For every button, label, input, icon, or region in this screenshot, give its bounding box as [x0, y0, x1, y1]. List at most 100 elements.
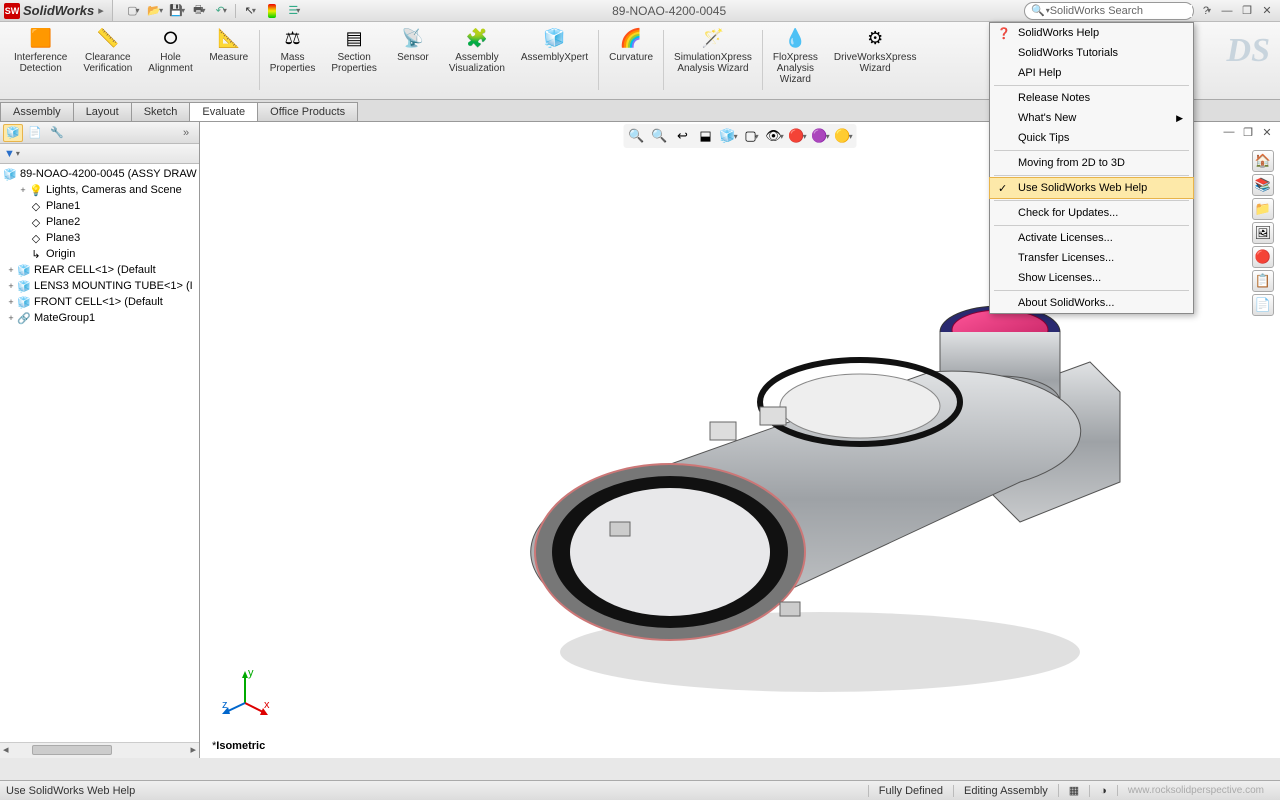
help-menu-item[interactable]: Show Licenses... [990, 268, 1193, 288]
floxpress-button[interactable]: 💧FloXpress Analysis Wizard [765, 24, 826, 96]
help-menu-item[interactable]: Quick Tips [990, 128, 1193, 148]
undo-button[interactable]: ↶▾ [211, 2, 231, 20]
tree-toggle-icon[interactable]: + [6, 281, 16, 291]
curvature-button[interactable]: 🌈Curvature [601, 24, 661, 96]
help-menu-item[interactable]: Transfer Licenses... [990, 248, 1193, 268]
custom-properties-button[interactable]: 📋 [1252, 270, 1274, 292]
save-button[interactable]: 💾▾ [167, 2, 187, 20]
tree-item[interactable]: +🧊FRONT CELL<1> (Default [0, 294, 199, 310]
prev-view-button[interactable]: ↩ [672, 126, 694, 146]
tree-toggle-icon[interactable]: + [6, 265, 16, 275]
new-button[interactable]: ▢▾ [123, 2, 143, 20]
tree-toggle-icon[interactable] [18, 249, 28, 259]
sidebar-scrollbar[interactable]: ◂ ▸ [0, 742, 199, 758]
help-button[interactable]: ?▾ [1198, 3, 1216, 19]
restore-button[interactable]: ❐ [1238, 3, 1256, 19]
hole-alignment-button[interactable]: ⭘Hole Alignment [140, 24, 200, 96]
vp-restore-button[interactable]: ❐ [1239, 124, 1257, 140]
tab-assembly[interactable]: Assembly [0, 102, 74, 121]
help-menu-item[interactable]: Use SolidWorks Web Help [989, 177, 1194, 199]
mass-properties-button[interactable]: ⚖Mass Properties [262, 24, 324, 96]
status-unit-icon[interactable]: ▦ [1058, 784, 1089, 797]
assembly-visualization-button[interactable]: 🧩Assembly Visualization [441, 24, 513, 96]
measure-button[interactable]: 📐Measure [201, 24, 257, 96]
scroll-left-icon[interactable]: ◂ [0, 743, 12, 758]
tab-evaluate[interactable]: Evaluate [189, 102, 258, 121]
assembly-xpert-button[interactable]: 🧊AssemblyXpert [513, 24, 596, 96]
help-menu-item[interactable]: About SolidWorks... [990, 293, 1193, 313]
view-orientation-button[interactable]: 🧊▾ [718, 126, 740, 146]
tree-toggle-icon[interactable] [18, 217, 28, 227]
search-box[interactable]: 🔍▾ [1024, 2, 1194, 20]
tab-office-products[interactable]: Office Products [257, 102, 358, 121]
tree-item[interactable]: +🧊LENS3 MOUNTING TUBE<1> (I [0, 278, 199, 294]
expand-sidebar-icon[interactable]: » [176, 124, 196, 142]
edit-appearance-button[interactable]: 🔴▾ [787, 126, 809, 146]
view-palette-button[interactable]: 🖼 [1252, 222, 1274, 244]
tree-item[interactable]: ◇Plane3 [0, 230, 199, 246]
solidworks-resources-button[interactable]: 🏠 [1252, 150, 1274, 172]
help-menu-item[interactable]: What's New▶ [990, 108, 1193, 128]
tree-root[interactable]: 🧊 89-NOAO-4200-0045 (ASSY DRAW [0, 166, 199, 182]
view-settings-button[interactable]: 🟡▾ [833, 126, 855, 146]
zoom-fit-button[interactable]: 🔍 [626, 126, 648, 146]
simulationxpress-button[interactable]: 🪄SimulationXpress Analysis Wizard [666, 24, 760, 96]
hide-show-button[interactable]: 👁▾ [764, 126, 786, 146]
extra-button[interactable]: 📄 [1252, 294, 1274, 316]
help-menu-item[interactable]: Activate Licenses... [990, 228, 1193, 248]
minimize-button[interactable]: — [1218, 3, 1236, 19]
menu-item-label: Transfer Licenses... [1018, 252, 1114, 264]
sensor-button[interactable]: 📡Sensor [385, 24, 441, 96]
vp-minimize-button[interactable]: — [1220, 124, 1238, 140]
tab-sketch[interactable]: Sketch [131, 102, 191, 121]
help-menu-item[interactable]: Release Notes [990, 88, 1193, 108]
tree-item[interactable]: +🧊REAR CELL<1> (Default [0, 262, 199, 278]
search-input[interactable] [1050, 5, 1192, 17]
tree-item[interactable]: +💡Lights, Cameras and Scene [0, 182, 199, 198]
driveworksxpress-button[interactable]: ⚙DriveWorksXpress Wizard [826, 24, 925, 96]
app-logo[interactable]: SW SolidWorks ▸ [0, 0, 113, 21]
help-menu-item[interactable]: API Help [990, 63, 1193, 83]
feature-manager-tab[interactable]: 🧊 [3, 124, 23, 142]
tab-layout[interactable]: Layout [73, 102, 132, 121]
tree-toggle-icon[interactable]: + [18, 185, 28, 195]
display-style-button[interactable]: ▢▾ [741, 126, 763, 146]
scroll-thumb[interactable] [32, 745, 112, 755]
rebuild-button[interactable] [262, 2, 282, 20]
help-menu-item[interactable]: SolidWorks Tutorials [990, 43, 1193, 63]
design-library-button[interactable]: 📚 [1252, 174, 1274, 196]
tree-toggle-icon[interactable] [18, 233, 28, 243]
tree-item[interactable]: ↳Origin [0, 246, 199, 262]
help-menu-item[interactable]: ❓SolidWorks Help [990, 23, 1193, 43]
help-menu-item[interactable]: Check for Updates... [990, 203, 1193, 223]
help-menu-item[interactable]: Moving from 2D to 3D [990, 153, 1193, 173]
section-properties-button[interactable]: ▤Section Properties [323, 24, 385, 96]
menu-separator [994, 290, 1189, 291]
interference-detection-button[interactable]: 🟧Interference Detection [6, 24, 75, 96]
clearance-verification-button[interactable]: 📏Clearance Verification [75, 24, 140, 96]
configuration-manager-tab[interactable]: 🔧 [47, 124, 67, 142]
tree-toggle-icon[interactable]: + [6, 297, 16, 307]
view-triad[interactable]: y x z [220, 668, 270, 718]
vp-close-button[interactable]: ✕ [1258, 124, 1276, 140]
zoom-area-button[interactable]: 🔍 [649, 126, 671, 146]
print-button[interactable]: 🖶▾ [189, 2, 209, 20]
tree-item[interactable]: ◇Plane2 [0, 214, 199, 230]
ribbon-label: DriveWorksXpress Wizard [834, 52, 917, 74]
tree-toggle-icon[interactable]: + [6, 313, 16, 323]
tree-item[interactable]: ◇Plane1 [0, 198, 199, 214]
tree-item[interactable]: +🔗MateGroup1 [0, 310, 199, 326]
property-manager-tab[interactable]: 📄 [25, 124, 45, 142]
options-button[interactable]: ☰▾ [284, 2, 304, 20]
sidebar-filter[interactable]: ▼ ▾ [0, 144, 199, 164]
status-custom-icon[interactable]: ◑ [1089, 785, 1117, 797]
select-button[interactable]: ↖▾ [240, 2, 260, 20]
file-explorer-button[interactable]: 📁 [1252, 198, 1274, 220]
appearances-button[interactable]: 🔴 [1252, 246, 1274, 268]
section-view-button[interactable]: ⬓ [695, 126, 717, 146]
close-button[interactable]: ✕ [1258, 3, 1276, 19]
tree-toggle-icon[interactable] [18, 201, 28, 211]
scroll-right-icon[interactable]: ▸ [187, 743, 199, 758]
apply-scene-button[interactable]: 🟣▾ [810, 126, 832, 146]
open-button[interactable]: 📂▾ [145, 2, 165, 20]
